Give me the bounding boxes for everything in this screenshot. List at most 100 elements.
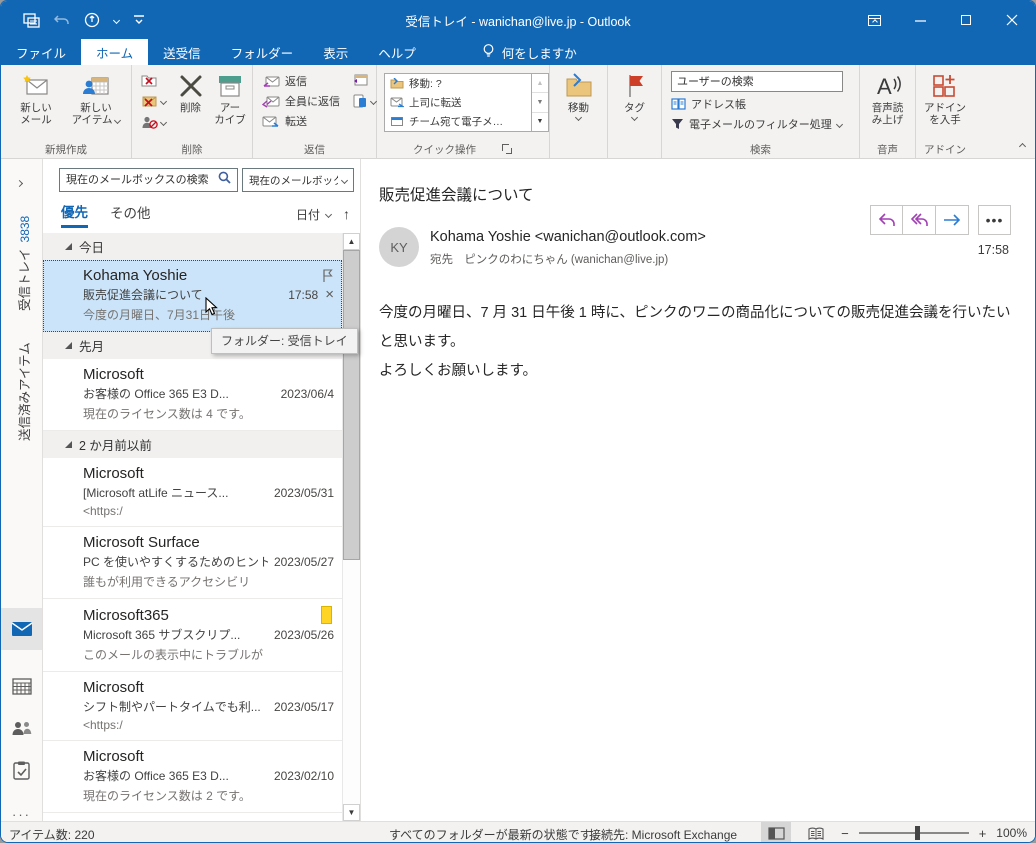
quick-step-forward-manager[interactable]: 上司に転送: [385, 93, 531, 112]
reply-all-message-button[interactable]: [903, 205, 936, 235]
search-scope-dropdown[interactable]: 現在のメールボックス: [242, 168, 354, 192]
tell-me-box[interactable]: 何をしますか: [467, 39, 592, 65]
group-label-quicksteps: クイック操作: [380, 141, 546, 158]
tab-home[interactable]: ホーム: [81, 39, 149, 65]
mail-list-item[interactable]: Microsoft お客様の Office 365 E3 D... 2023/06/…: [43, 359, 342, 431]
tab-folder[interactable]: フォルダー: [216, 39, 309, 65]
expand-folder-pane-icon[interactable]: [15, 173, 24, 191]
category-tag[interactable]: [321, 606, 332, 624]
filter-email-button[interactable]: 電子メールのフィルター処理: [671, 116, 843, 132]
mail-list-item[interactable]: Microsoft Surface PC を使いやすくするためのヒント 2023/0…: [43, 527, 342, 599]
remove-from-list-icon[interactable]: ×: [325, 287, 334, 302]
reading-view-button[interactable]: [761, 822, 792, 842]
ignore-button[interactable]: [141, 72, 166, 88]
reply-button[interactable]: 返信: [262, 73, 340, 89]
message-body: 今度の月曜日、7 月 31 日午後 1 時に、ピンクのワニの商品化についての販売…: [379, 299, 1011, 386]
forward-message-button[interactable]: [936, 205, 969, 235]
mail-list-item[interactable]: Kohama Yoshie 販売促進会議について 17:58 × 今度の月曜日、7月31…: [43, 260, 342, 332]
tab-help[interactable]: ヘルプ: [363, 39, 431, 65]
flag-icon[interactable]: [320, 268, 334, 283]
tab-send-receive[interactable]: 送受信: [148, 39, 216, 65]
tab-view[interactable]: 表示: [308, 39, 363, 65]
nav-mail-button[interactable]: [1, 608, 42, 650]
zoom-level[interactable]: 100%: [996, 826, 1027, 840]
more-actions-button[interactable]: •••: [978, 205, 1011, 235]
nav-tasks-button[interactable]: [1, 749, 42, 791]
minimize-button[interactable]: [897, 1, 943, 39]
outlook-app-icon[interactable]: [23, 12, 40, 28]
folder-tooltip: フォルダー: 受信トレイ: [211, 328, 358, 354]
address-book-button[interactable]: アドレス帳: [671, 96, 843, 112]
search-box[interactable]: [59, 168, 238, 192]
new-mail-button[interactable]: 新しい メール: [9, 67, 63, 126]
undo-icon[interactable]: [54, 14, 70, 27]
mail-group-header[interactable]: 2 か月前以前: [43, 431, 342, 458]
quick-steps-scroll-down[interactable]: ▼: [532, 93, 548, 113]
mail-list-item[interactable]: Microsoft365 Microsoft 365 サブスクリプ... 2023/…: [43, 599, 342, 672]
zoom-out-button[interactable]: −: [841, 826, 849, 841]
message-from[interactable]: Kohama Yoshie <wanichan@outlook.com>: [430, 229, 706, 245]
touch-mode-dropdown-icon[interactable]: [112, 16, 121, 25]
search-icon[interactable]: [218, 171, 231, 189]
quick-steps-more[interactable]: ▼: [532, 113, 548, 131]
sort-dropdown[interactable]: 日付 ↑: [296, 206, 350, 223]
quick-steps-scroll-up[interactable]: ▲: [532, 74, 548, 94]
sender-avatar[interactable]: KY: [379, 227, 419, 267]
list-scrollbar[interactable]: ▲ ▼: [342, 233, 360, 821]
new-items-button[interactable]: 新しい アイテム: [69, 67, 123, 126]
folder-sent-items[interactable]: 送信済みアイテム: [14, 342, 33, 441]
customize-qat-icon[interactable]: [133, 15, 145, 25]
quicksteps-dialog-launcher[interactable]: [502, 144, 513, 155]
mail-group-header[interactable]: 今日: [43, 233, 342, 260]
zoom-slider[interactable]: [858, 826, 969, 840]
close-button[interactable]: [989, 1, 1035, 39]
tab-focused[interactable]: 優先: [61, 201, 88, 228]
to-recipient[interactable]: ピンクのわにちゃん (wanichan@live.jp): [464, 254, 668, 266]
reply-message-button[interactable]: [870, 205, 903, 235]
get-addins-icon: [931, 70, 959, 102]
collapse-ribbon-button[interactable]: [1018, 136, 1027, 154]
maximize-button[interactable]: [943, 1, 989, 39]
nav-calendar-button[interactable]: [1, 665, 42, 707]
mail-subject: シフト制やパートタイムでも利...: [83, 700, 261, 714]
new-mail-label: 新しい メール: [20, 102, 52, 126]
delete-button[interactable]: 削除: [170, 67, 211, 114]
tags-label: タグ: [624, 102, 645, 114]
im-reply-button[interactable]: [352, 93, 378, 109]
scope-value: 現在のメールボックス: [249, 174, 338, 187]
scrollbar-thumb[interactable]: [343, 250, 360, 560]
quick-step-team-email[interactable]: チーム宛て電子メ…: [385, 112, 531, 131]
reading-mode-button[interactable]: [801, 822, 831, 842]
mail-list-item[interactable]: Microsoft [Microsoft atLife ニュース... 2023/0…: [43, 458, 342, 527]
block-sender-button[interactable]: [141, 114, 168, 130]
junk-button[interactable]: [141, 93, 168, 109]
find-user-input[interactable]: [671, 71, 843, 92]
tab-other[interactable]: その他: [110, 202, 151, 226]
scroll-up-button[interactable]: ▲: [343, 233, 360, 250]
ribbon-display-options-button[interactable]: [851, 1, 897, 39]
scroll-down-button[interactable]: ▼: [343, 804, 360, 821]
get-addins-button[interactable]: アドイン を入手: [919, 67, 971, 126]
forward-button[interactable]: 転送: [262, 113, 340, 129]
tab-file[interactable]: ファイル: [1, 39, 81, 65]
meeting-reply-button[interactable]: [352, 72, 376, 88]
folder-inbox[interactable]: 受信トレイ3838: [14, 216, 33, 311]
zoom-in-button[interactable]: +: [979, 826, 987, 841]
nav-people-button[interactable]: [1, 707, 42, 749]
zoom-slider-thumb[interactable]: [914, 826, 920, 840]
search-input[interactable]: [66, 174, 214, 186]
address-book-label: アドレス帳: [691, 99, 746, 111]
touch-mouse-mode-icon[interactable]: [84, 12, 100, 28]
mail-list-item[interactable]: Microsoft お客様の Office 365 E3 D... 2023/02/…: [43, 741, 342, 813]
archive-icon: [215, 70, 245, 102]
group-label: 今日: [79, 241, 105, 255]
mail-list-item[interactable]: Microsoft シフト制やパートタイムでも利... 2023/05/17 <htt…: [43, 672, 342, 741]
tags-button[interactable]: タグ: [611, 67, 658, 122]
archive-button[interactable]: アー カイブ: [211, 67, 249, 126]
mail-preview: 現在のライセンス数は 4 です。: [83, 407, 251, 421]
quick-step-move[interactable]: 移動: ?: [385, 74, 531, 93]
move-button[interactable]: 移動: [553, 67, 604, 122]
sort-direction-icon[interactable]: ↑: [343, 206, 350, 222]
read-aloud-button[interactable]: A 音声読 み上げ: [863, 67, 912, 126]
reply-all-button[interactable]: 全員に返信: [262, 93, 340, 109]
